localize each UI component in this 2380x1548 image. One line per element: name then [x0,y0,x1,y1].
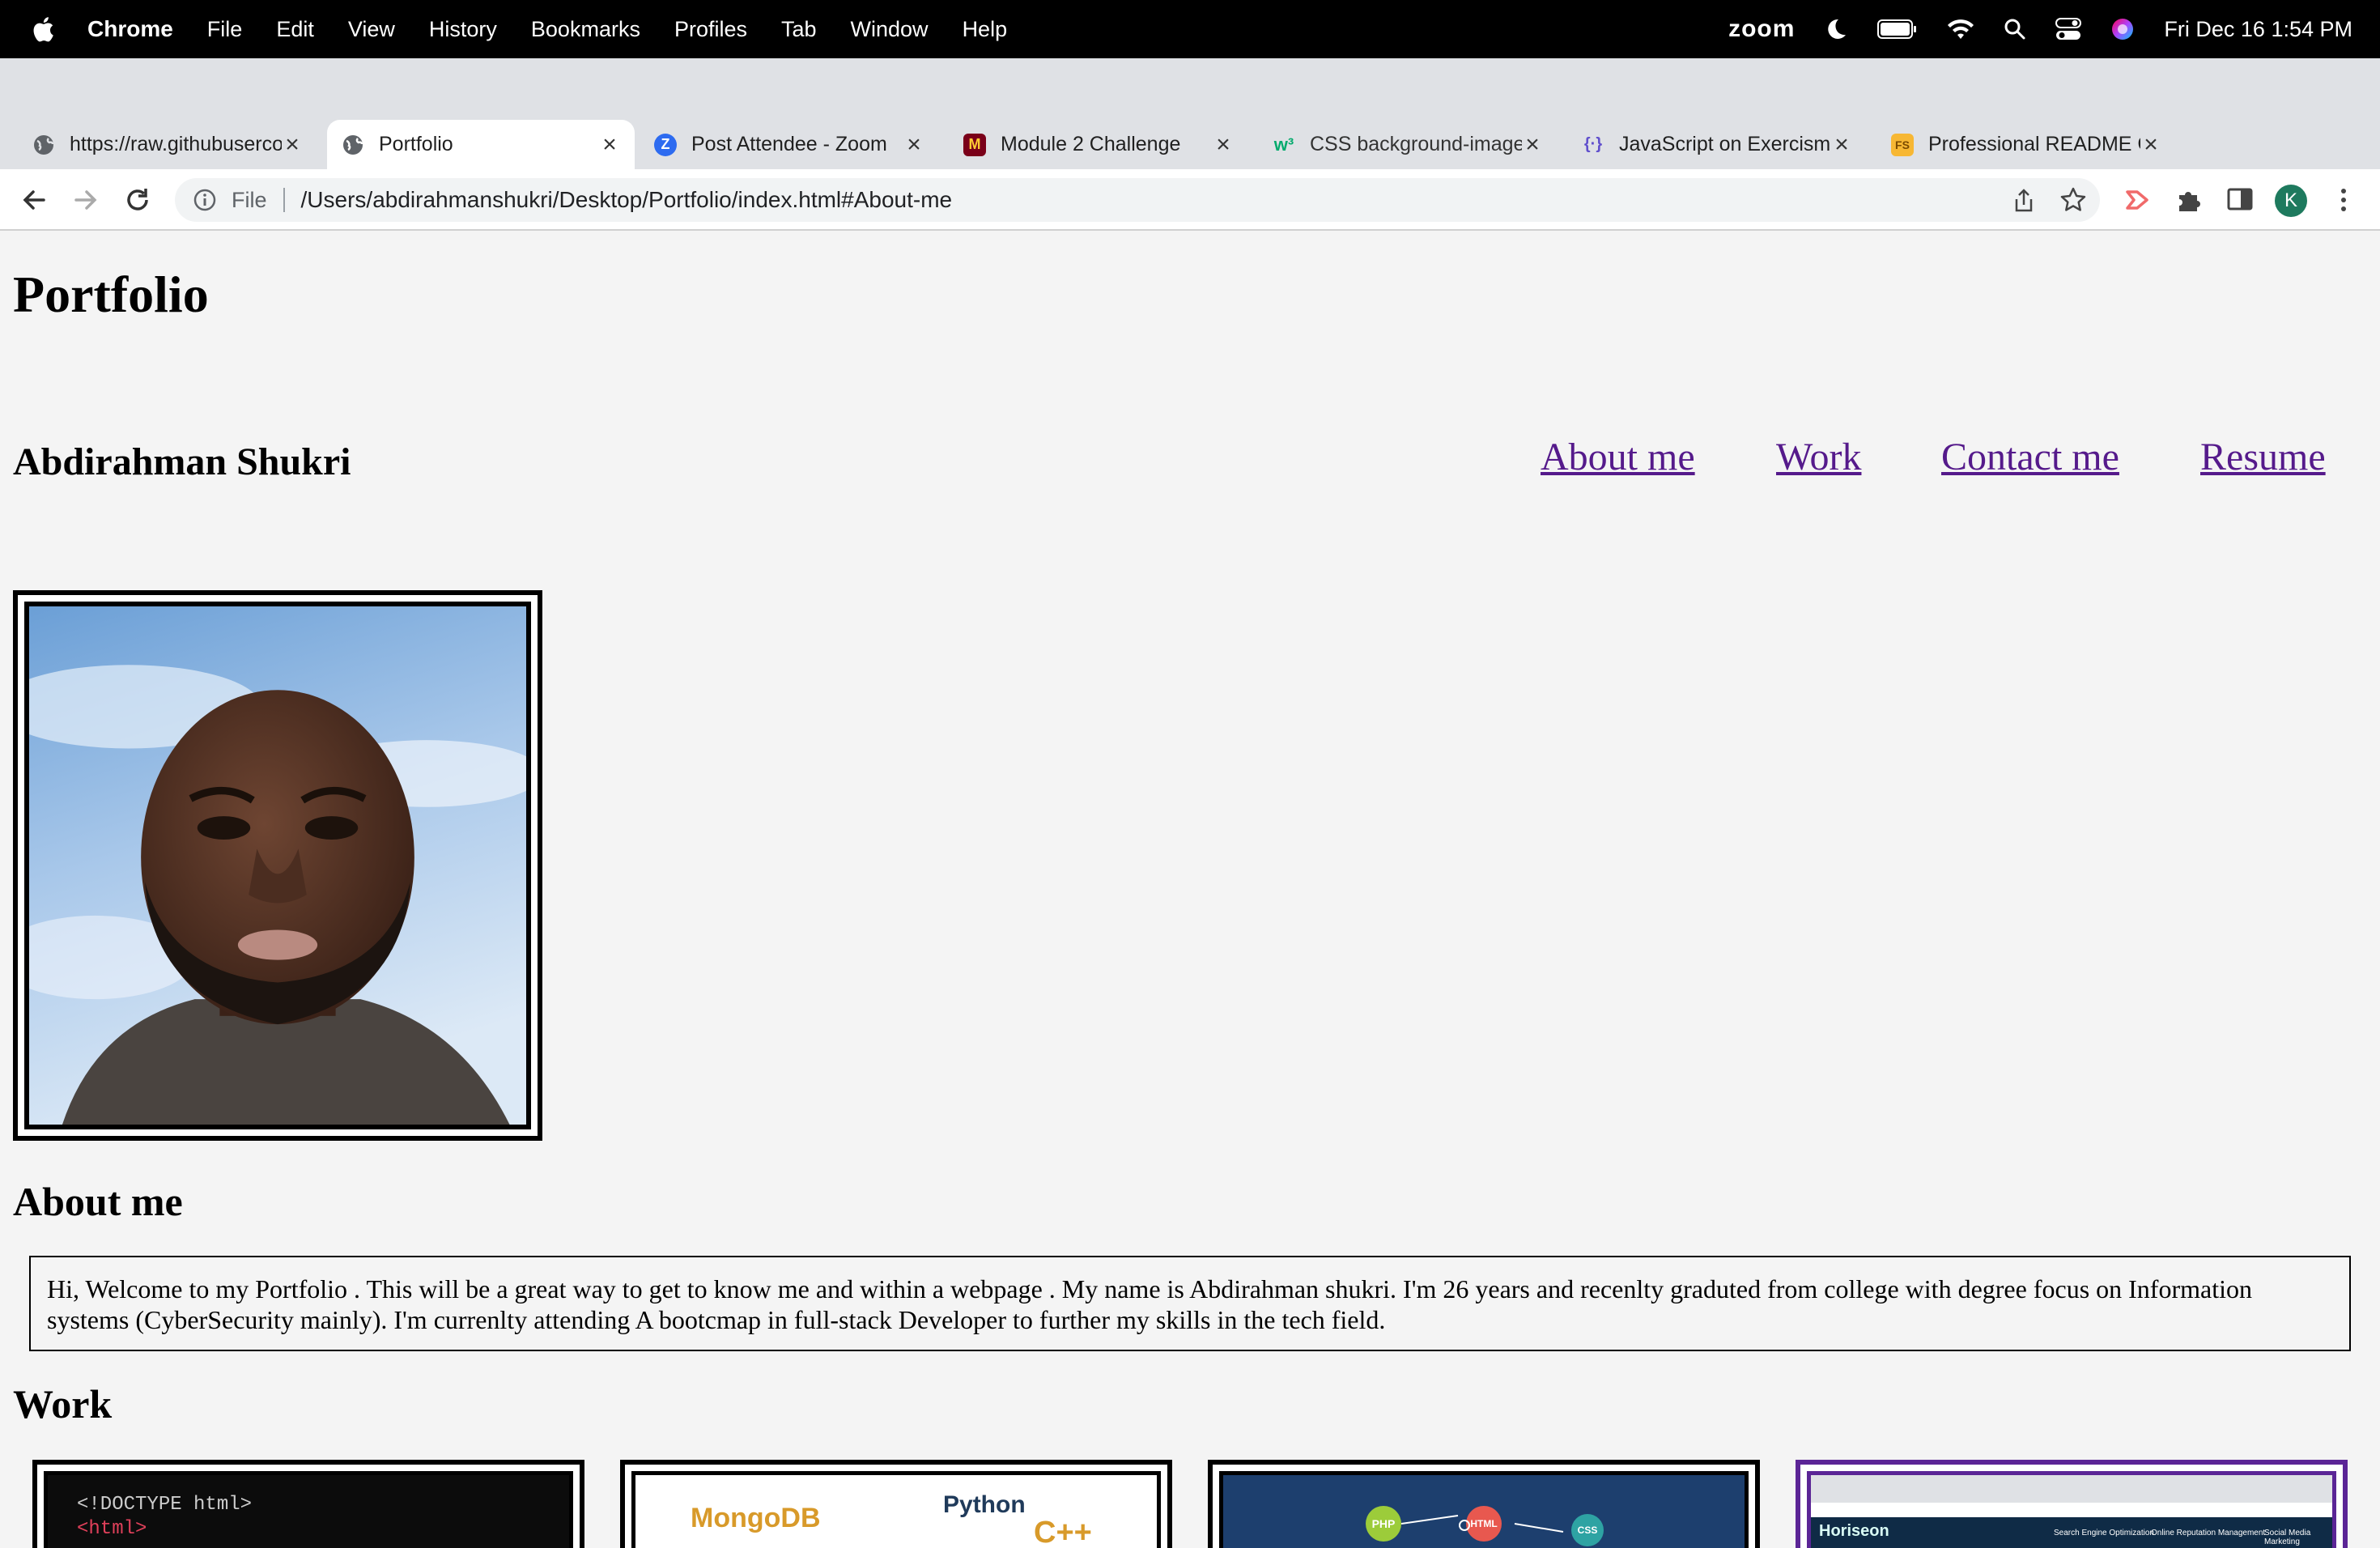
owner-name: Abdirahman Shukri [13,440,351,483]
canvas-icon: M [963,133,986,156]
bookmark-star-icon[interactable] [2059,186,2087,214]
control-center-icon[interactable] [2055,18,2082,40]
nav-link-resume[interactable]: Resume [2200,435,2326,479]
w3schools-icon: w³ [1273,134,1294,155]
word-mongodb: MongoDB [691,1503,821,1533]
horiseon-nav-item: Social Media Marketing [2264,1529,2311,1546]
tab-close-icon[interactable]: × [282,132,303,156]
fs-icon: FS [1891,133,1914,156]
tab-portfolio[interactable]: Portfolio × [327,120,635,169]
tab-title: Portfolio [379,133,453,155]
menu-chrome[interactable]: Chrome [87,16,173,42]
menu-profiles[interactable]: Profiles [674,17,747,42]
tab-close-icon[interactable]: × [599,132,620,156]
work-card-web-stack[interactable]: PHP HTML CSS [1208,1460,1760,1548]
spotlight-search-icon[interactable] [2004,18,2026,40]
nav-link-about-me[interactable]: About me [1541,435,1695,479]
tab-close-icon[interactable]: × [1831,132,1852,156]
menu-window[interactable]: Window [851,17,929,42]
profile-photo [13,590,542,1141]
about-me-text: Hi, Welcome to my Portfolio . This will … [29,1256,2351,1351]
info-icon[interactable] [193,188,217,212]
horiseon-site-name: Horiseon [1819,1522,1889,1540]
tab-module-2-challenge[interactable]: M Module 2 Challenge × [949,120,1248,169]
tab-zoom-post-attendee[interactable]: Z Post Attendee - Zoom × [640,120,939,169]
tab-close-icon[interactable]: × [1213,132,1234,156]
side-panel-icon[interactable] [2226,185,2254,213]
menu-view[interactable]: View [348,17,395,42]
menu-history[interactable]: History [429,17,497,42]
tab-title: Professional README Guide [1928,133,2140,155]
code-line: <!DOCTYPE html> [77,1494,253,1516]
apple-logo-icon[interactable] [31,15,55,43]
connector-arrows-icon [1401,1515,1564,1533]
url-scheme-label: File [232,187,267,212]
web-page-content: Portfolio Abdirahman Shukri About me Wor… [0,231,2380,1548]
macos-menu-bar: Chrome File Edit View History Bookmarks … [0,0,2380,58]
tab-strip: https://raw.githubusercontent × Portfoli… [0,58,2380,215]
tab-professional-readme[interactable]: FS Professional README Guide × [1876,120,2176,169]
zoom-icon: Z [654,133,677,156]
work-heading: Work [13,1381,113,1427]
moon-icon[interactable] [1824,17,1848,41]
tab-title: Post Attendee - Zoom [691,133,887,155]
back-arrow-icon[interactable] [19,185,49,215]
tab-title: Module 2 Challenge [1001,133,1181,155]
menu-help[interactable]: Help [963,17,1008,42]
menu-edit[interactable]: Edit [276,17,314,42]
address-bar[interactable]: File /Users/abdirahmanshukri/Desktop/Por… [175,178,2100,222]
extensions-puzzle-icon[interactable] [2174,185,2204,215]
exercism-icon: {·} [1583,135,1603,153]
url-text[interactable]: /Users/abdirahmanshukri/Desktop/Portfoli… [301,187,953,213]
horiseon-nav-item: Search Engine Optimization [2054,1529,2154,1537]
more-menu-icon[interactable] [2331,185,2356,215]
work-card-languages[interactable]: MongoDB Python C++ [620,1460,1172,1548]
tab-raw-github[interactable]: https://raw.githubusercontent × [18,120,317,169]
about-me-heading: About me [13,1179,183,1224]
mini-browser-chrome [1811,1475,2332,1503]
menu-tab[interactable]: Tab [781,17,817,42]
menu-bookmarks[interactable]: Bookmarks [531,17,640,42]
wifi-icon[interactable] [1947,18,1974,40]
site-title: Portfolio [13,266,209,323]
browser-toolbar: File /Users/abdirahmanshukri/Desktop/Por… [0,169,2380,231]
menu-file[interactable]: File [207,17,243,42]
tab-title: https://raw.githubusercontent [70,133,282,155]
tab-close-icon[interactable]: × [1522,132,1543,156]
battery-icon[interactable] [1877,19,1918,40]
work-card-horiseon[interactable]: Horiseon Search Engine Optimization Onli… [1796,1460,2348,1548]
work-card-html[interactable]: <!DOCTYPE html> <html> [32,1460,584,1548]
zoom-status-item[interactable]: zoom [1728,15,1795,43]
tab-title: CSS background-image [1310,133,1522,155]
code-line: <html> [77,1518,147,1540]
tab-title: JavaScript on Exercism [1619,133,1831,155]
share-icon[interactable] [2012,188,2035,214]
url-divider [283,188,285,212]
extension-red-icon[interactable] [2123,185,2152,215]
word-python: Python [943,1491,1026,1518]
php-badge: PHP [1366,1506,1401,1542]
reload-icon[interactable] [123,185,152,215]
nav-link-contact-me[interactable]: Contact me [1941,435,2119,479]
globe-icon [342,134,364,156]
nav-link-work[interactable]: Work [1776,435,1861,479]
mini-address-bar [1811,1503,2332,1517]
siri-icon[interactable] [2110,17,2135,41]
forward-arrow-icon[interactable] [71,185,100,215]
tab-javascript-exercism[interactable]: {·} JavaScript on Exercism × [1567,120,1867,169]
globe-icon [32,134,55,156]
tab-close-icon[interactable]: × [903,132,924,156]
horiseon-nav-item: Online Reputation Management [2151,1529,2266,1537]
tab-close-icon[interactable]: × [2140,132,2161,156]
tab-css-background-image[interactable]: w³ CSS background-image × [1258,120,1558,169]
profile-avatar[interactable]: K [2275,185,2307,217]
clock-datetime[interactable]: Fri Dec 16 1:54 PM [2164,17,2352,42]
word-cpp: C++ [1034,1516,1092,1548]
